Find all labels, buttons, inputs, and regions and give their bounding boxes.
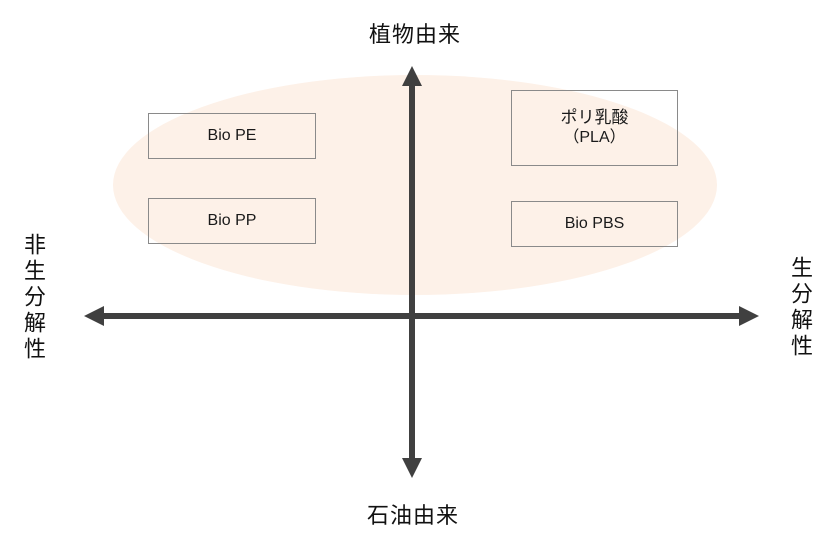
- axis-label-petroleum-derived: 石油由来: [366, 504, 459, 529]
- item-box-bio-pp: Bio PP: [148, 198, 316, 244]
- item-label: Bio PE: [207, 127, 257, 144]
- item-box-pla: ポリ乳酸 （PLA）: [511, 90, 678, 166]
- axis-label-non-biodegradable: 非生分解性: [20, 233, 45, 363]
- axis-label-biodegradable: 生分解性: [787, 256, 812, 360]
- arrow-right-icon: [739, 306, 759, 326]
- item-label: ポリ乳酸: [560, 108, 629, 128]
- axis-label-plant-derived: 植物由来: [368, 23, 461, 48]
- item-box-bio-pe: Bio PE: [148, 113, 316, 159]
- quadrant-diagram: [84, 66, 759, 478]
- item-label: Bio PP: [207, 212, 257, 229]
- item-label: Bio PBS: [564, 215, 625, 232]
- item-sublabel: （PLA）: [563, 129, 626, 146]
- arrow-down-icon: [402, 458, 422, 478]
- item-box-bio-pbs: Bio PBS: [511, 201, 678, 247]
- arrow-left-icon: [84, 306, 104, 326]
